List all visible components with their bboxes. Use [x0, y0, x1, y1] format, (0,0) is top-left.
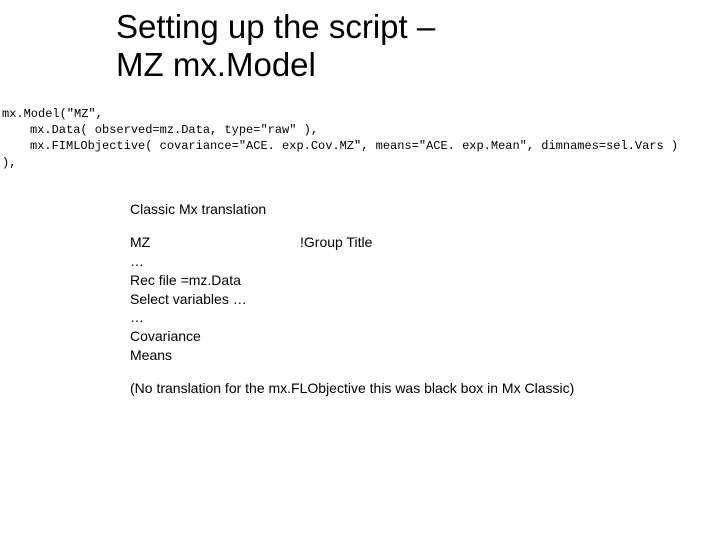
- mz-label: MZ: [130, 233, 300, 252]
- ellipsis-1: …: [130, 252, 670, 271]
- slide-title: Setting up the script – MZ mx.Model: [116, 8, 676, 84]
- code-line-4: ),: [2, 155, 718, 171]
- body-text: Classic Mx translation MZ !Group Title ……: [130, 200, 670, 412]
- code-line-2: mx.Data( observed=mz.Data, type="raw" ),: [30, 122, 718, 138]
- ellipsis-2: …: [130, 308, 670, 327]
- rec-file-line: Rec file =mz.Data: [130, 271, 670, 290]
- select-vars-line: Select variables …: [130, 290, 670, 309]
- code-block: mx.Model("MZ", mx.Data( observed=mz.Data…: [0, 100, 720, 177]
- title-area: Setting up the script – MZ mx.Model: [116, 8, 676, 84]
- slide: Setting up the script – MZ mx.Model mx.M…: [0, 0, 720, 540]
- group-title-comment: !Group Title: [300, 233, 372, 252]
- covariance-line: Covariance: [130, 327, 670, 346]
- code-line-3: mx.FIMLObjective( covariance="ACE. exp.C…: [30, 138, 718, 154]
- classic-mx-heading: Classic Mx translation: [130, 200, 670, 219]
- mz-group-title-row: MZ !Group Title: [130, 233, 670, 252]
- means-line: Means: [130, 346, 670, 365]
- code-line-1: mx.Model("MZ",: [2, 106, 718, 122]
- no-translation-note: (No translation for the mx.FLObjective t…: [130, 379, 670, 398]
